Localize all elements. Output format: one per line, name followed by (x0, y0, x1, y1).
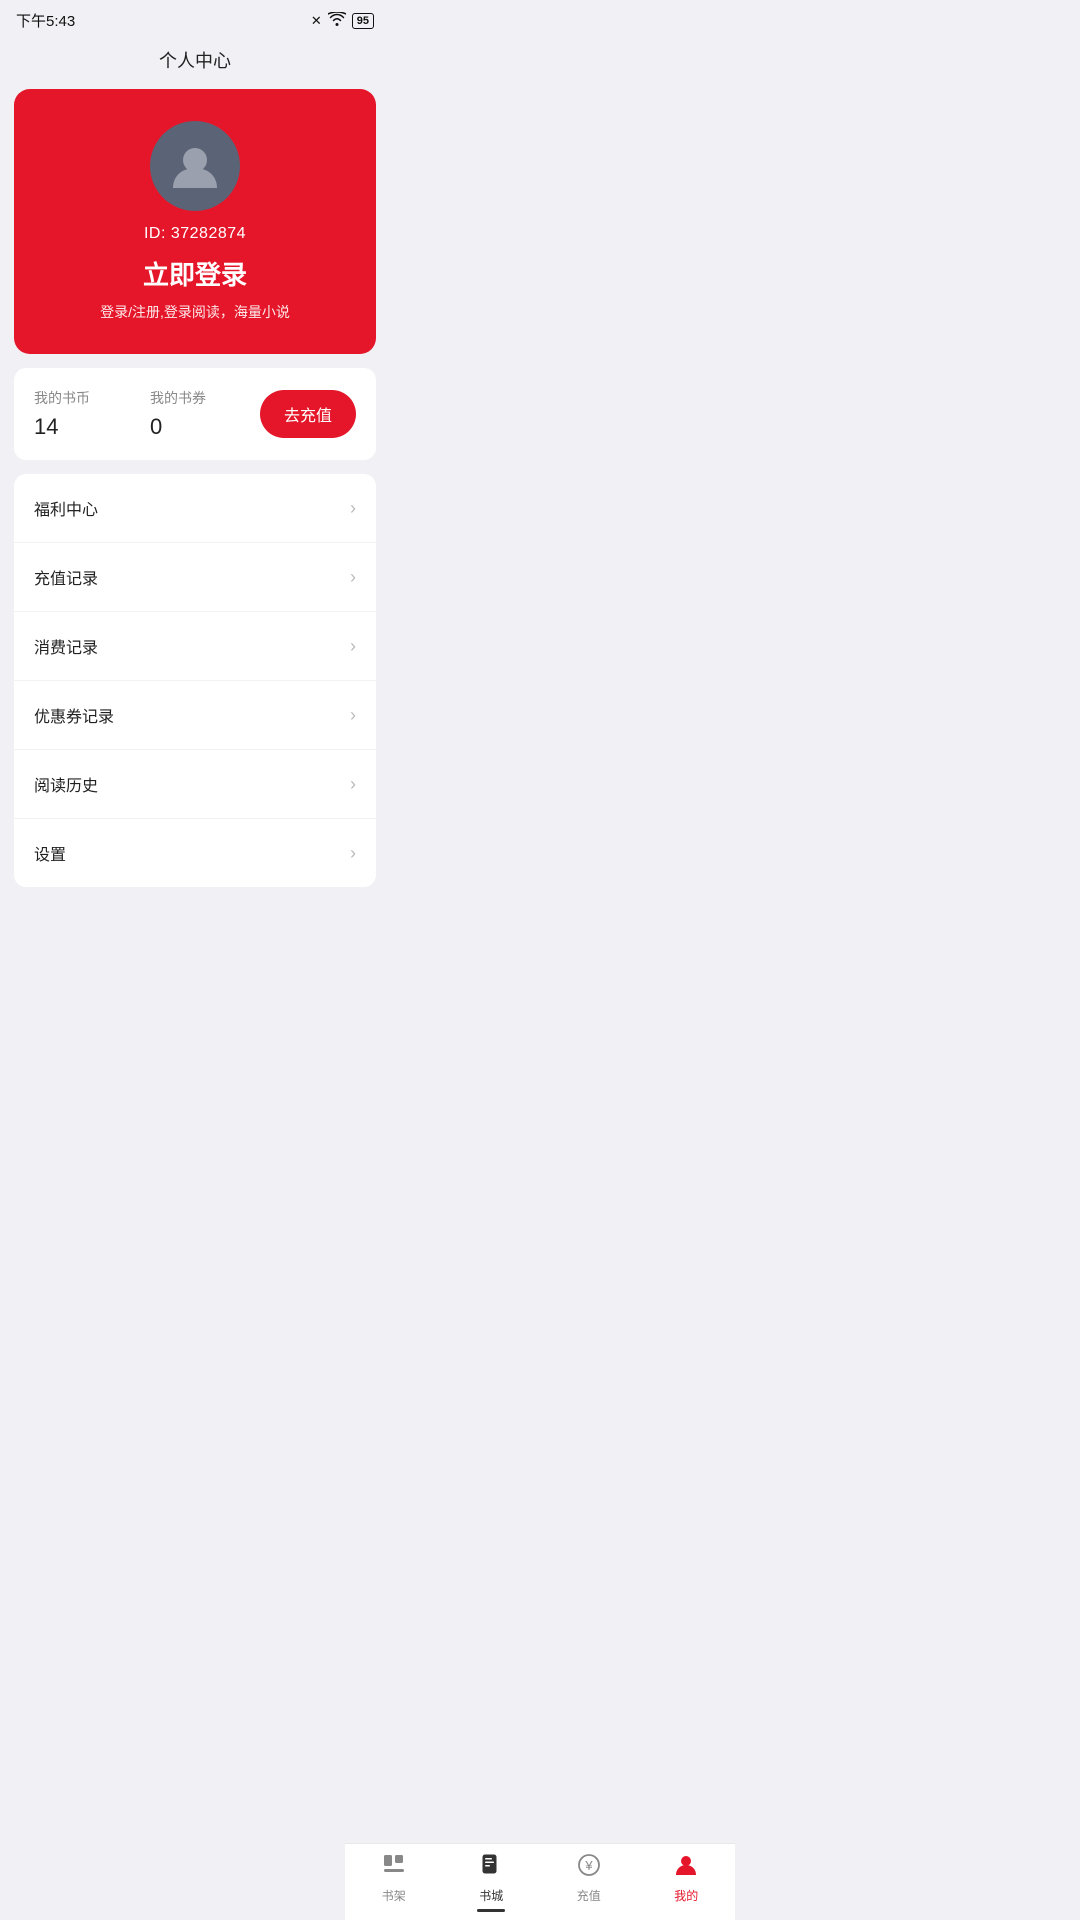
nav-bookstore-label: 书城 (479, 1887, 503, 1904)
profile-card[interactable]: ID: 37282874 立即登录 登录/注册,登录阅读，海量小说 (14, 89, 376, 354)
menu-item-label-3: 优惠券记录 (34, 703, 114, 727)
coins-label: 我的书币 (34, 388, 90, 408)
page-title: 个人中心 (0, 37, 390, 89)
nav-bookshelf-label: 书架 (382, 1887, 406, 1904)
wallet-items: 我的书币 14 我的书券 0 (34, 388, 260, 440)
bookstore-icon (478, 1852, 504, 1883)
voucher-value: 0 (150, 414, 206, 440)
status-time: 下午5:43 (16, 10, 75, 31)
chevron-icon-4: › (350, 774, 356, 795)
menu-item-label-4: 阅读历史 (34, 772, 98, 796)
menu-item-2[interactable]: 消费记录 › (14, 612, 376, 681)
main-content: ID: 37282874 立即登录 登录/注册,登录阅读，海量小说 我的书币 1… (0, 89, 390, 977)
nav-mine-label: 我的 (674, 1887, 698, 1904)
cancel-icon: ✕ (311, 13, 322, 29)
svg-text:¥: ¥ (584, 1858, 593, 1873)
bookshelf-icon (381, 1852, 407, 1883)
login-title[interactable]: 立即登录 (143, 255, 247, 292)
recharge-icon: ¥ (576, 1852, 602, 1883)
menu-item-3[interactable]: 优惠券记录 › (14, 681, 376, 750)
menu-item-0[interactable]: 福利中心 › (14, 474, 376, 543)
login-desc: 登录/注册,登录阅读，海量小说 (100, 302, 290, 322)
coins-value: 14 (34, 414, 90, 440)
status-icons: ✕ 95 (311, 12, 374, 29)
avatar (150, 121, 240, 211)
menu-item-1[interactable]: 充值记录 › (14, 543, 376, 612)
voucher-label: 我的书券 (150, 388, 206, 408)
status-bar: 下午5:43 ✕ 95 (0, 0, 390, 37)
menu-item-label-2: 消费记录 (34, 634, 98, 658)
nav-recharge[interactable]: ¥ 充值 (540, 1852, 638, 1904)
menu-card: 福利中心 › 充值记录 › 消费记录 › 优惠券记录 › 阅读历史 › 设置 › (14, 474, 376, 887)
chevron-icon-5: › (350, 843, 356, 864)
bottom-nav: 书架 书城 ¥ 充值 我的 (345, 1843, 735, 1920)
menu-item-label-0: 福利中心 (34, 496, 98, 520)
menu-item-label-1: 充值记录 (34, 565, 98, 589)
chevron-icon-0: › (350, 498, 356, 519)
wallet-card: 我的书币 14 我的书券 0 去充值 (14, 368, 376, 460)
coins-item: 我的书币 14 (34, 388, 90, 440)
chevron-icon-3: › (350, 705, 356, 726)
voucher-item: 我的书券 0 (150, 388, 206, 440)
mine-icon (673, 1852, 699, 1883)
user-id: ID: 37282874 (144, 225, 246, 243)
menu-item-4[interactable]: 阅读历史 › (14, 750, 376, 819)
menu-item-5[interactable]: 设置 › (14, 819, 376, 887)
chevron-icon-1: › (350, 567, 356, 588)
nav-mine[interactable]: 我的 (638, 1852, 736, 1904)
recharge-button[interactable]: 去充值 (260, 390, 356, 438)
wifi-icon (328, 12, 346, 29)
nav-bookstore[interactable]: 书城 (443, 1852, 541, 1904)
nav-recharge-label: 充值 (577, 1887, 601, 1904)
chevron-icon-2: › (350, 636, 356, 657)
battery-icon: 95 (352, 13, 374, 29)
menu-item-label-5: 设置 (34, 841, 66, 865)
nav-bookshelf[interactable]: 书架 (345, 1852, 443, 1904)
